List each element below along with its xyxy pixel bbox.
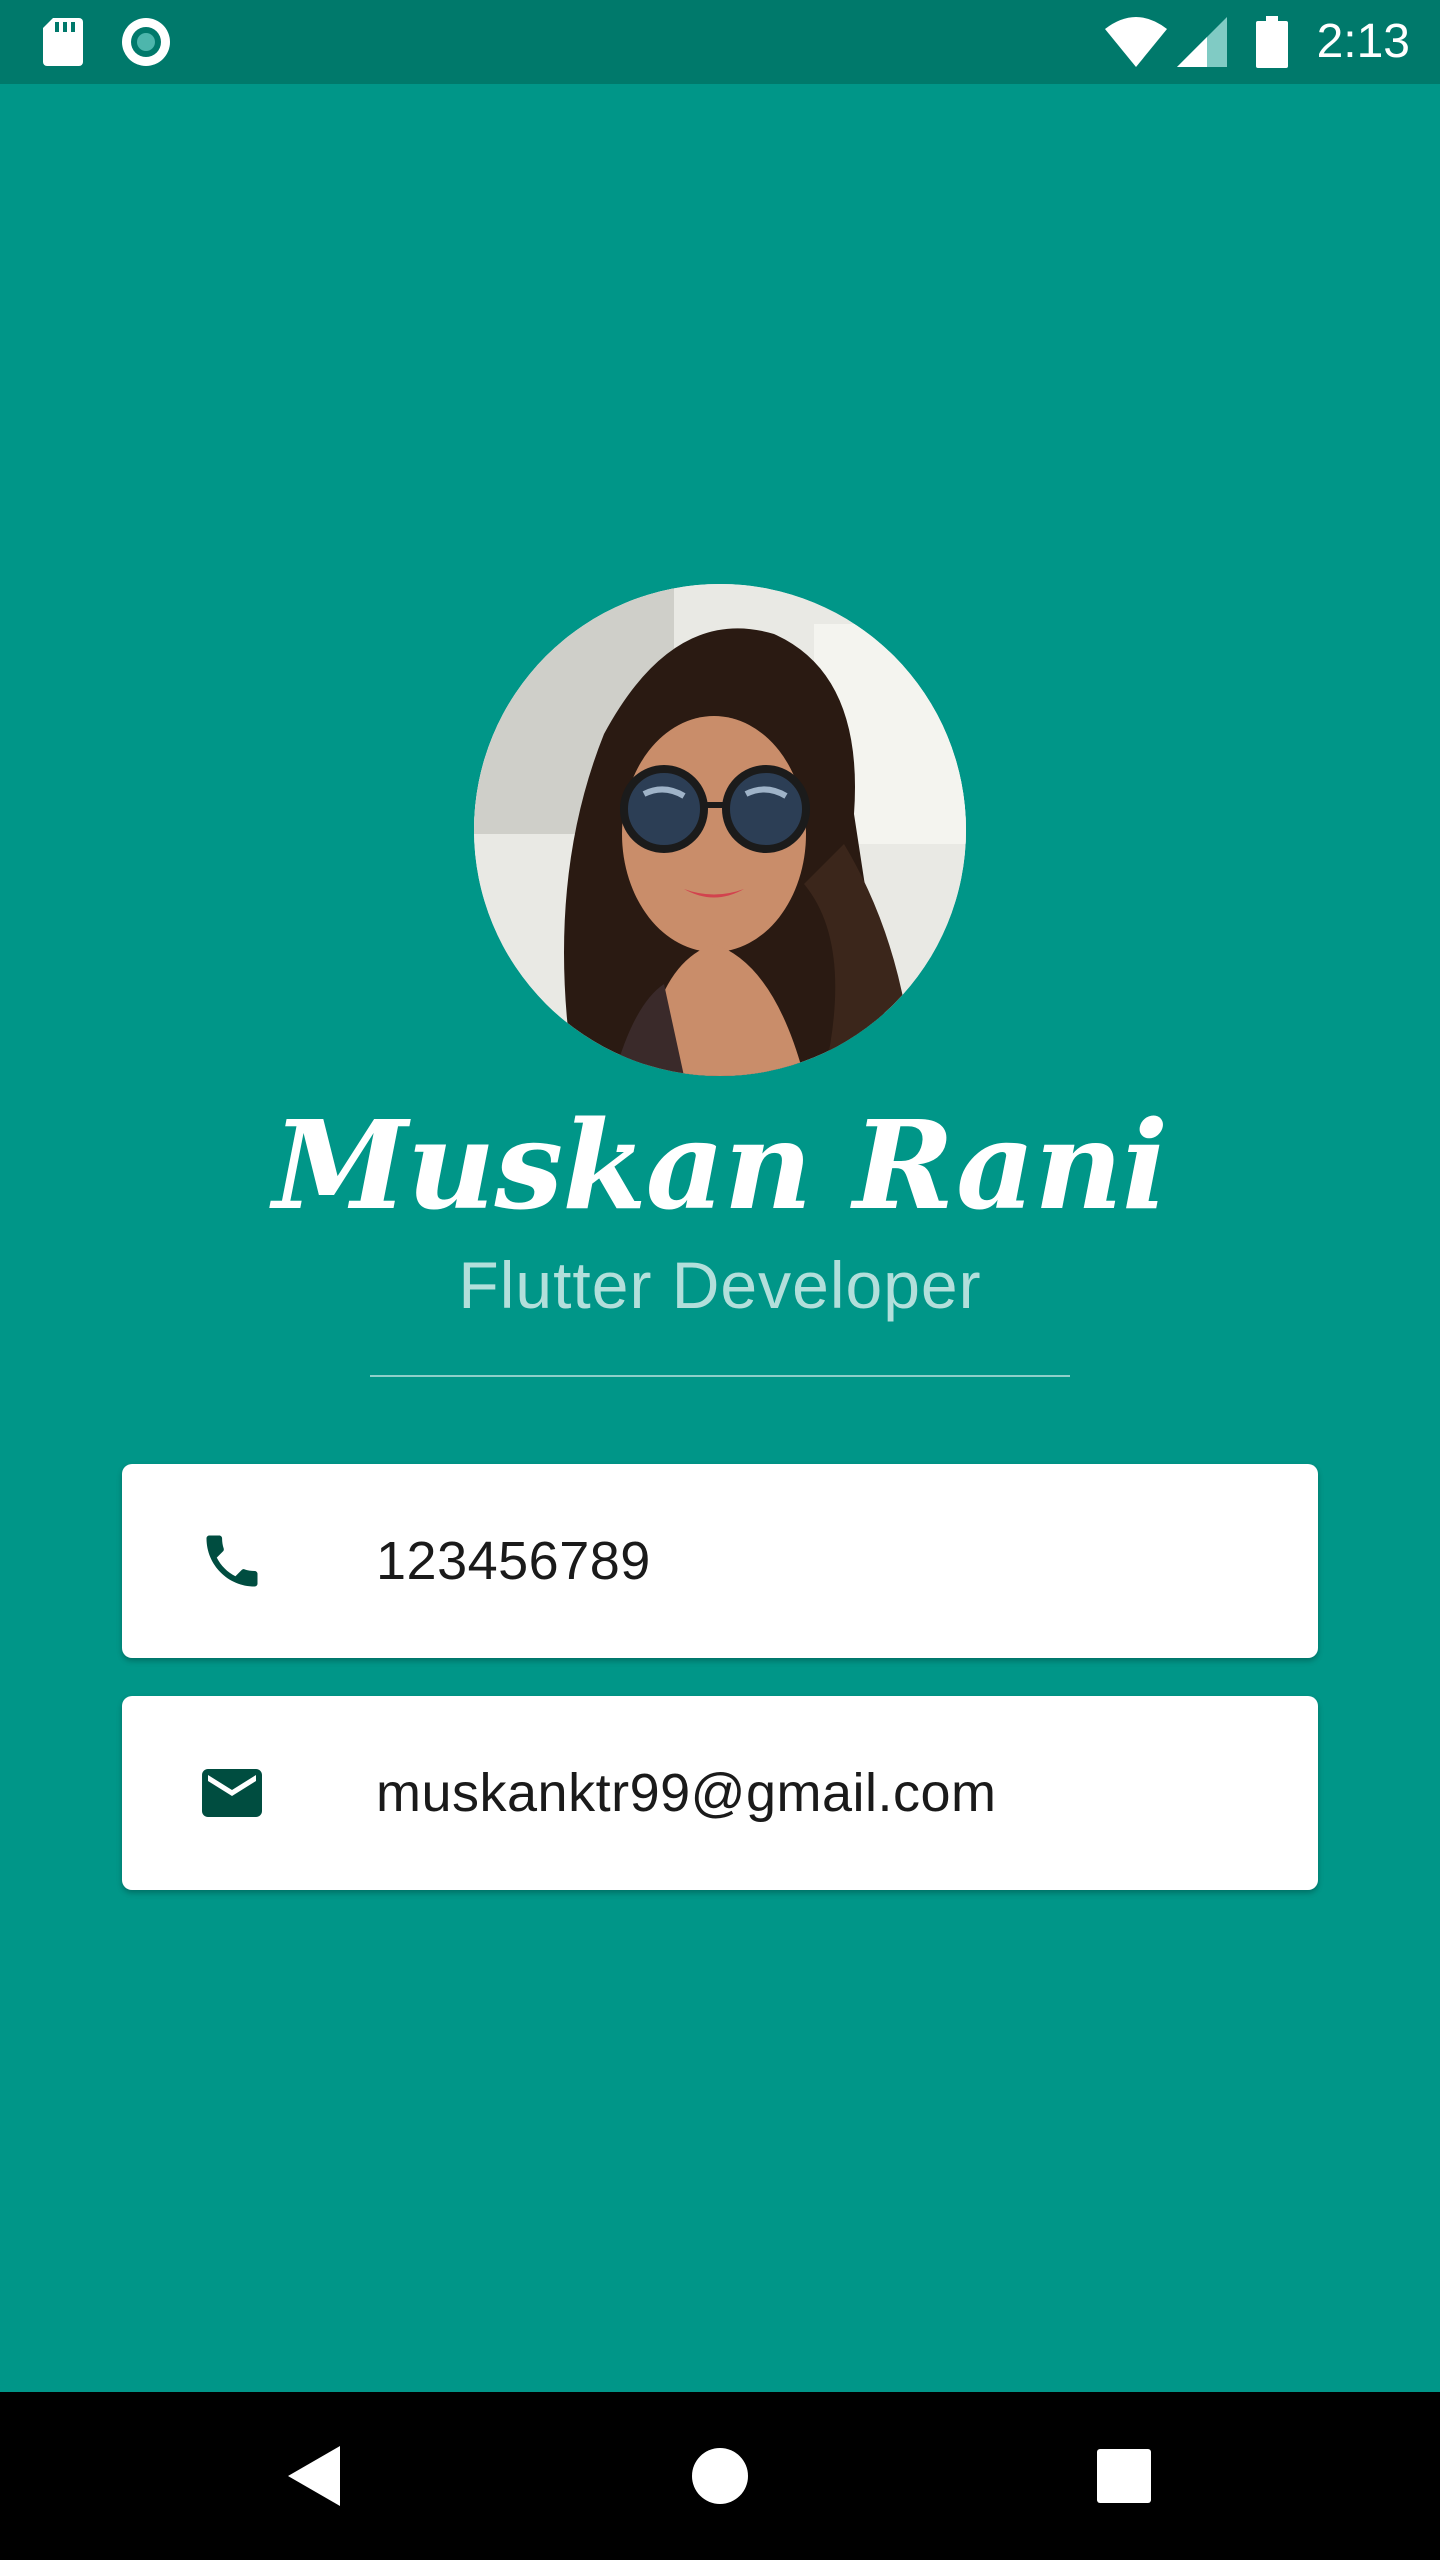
email-card[interactable]: muskanktr99@gmail.com	[122, 1696, 1318, 1890]
cell-signal-icon	[1176, 0, 1228, 84]
phone-icon	[184, 1464, 280, 1658]
profile-name: Muskan Rani	[272, 1093, 1168, 1237]
status-time: 2:13	[1316, 15, 1410, 68]
app-screen: 2:13 Muskan Rani Flutter Developer 12345…	[0, 0, 1440, 2560]
status-bar: 2:13	[0, 0, 1440, 84]
recents-icon[interactable]	[1040, 2392, 1208, 2560]
sd-card-icon	[40, 0, 86, 84]
home-icon[interactable]	[636, 2392, 804, 2560]
avatar	[474, 584, 966, 1076]
phone-card[interactable]: 123456789	[122, 1464, 1318, 1658]
wifi-icon	[1104, 0, 1168, 84]
divider	[370, 1375, 1070, 1377]
back-icon[interactable]	[232, 2392, 400, 2560]
battery-icon	[1254, 0, 1290, 84]
sync-circle-icon	[118, 0, 174, 84]
email-address: muskanktr99@gmail.com	[376, 1763, 997, 1823]
email-icon	[184, 1696, 280, 1890]
phone-number: 123456789	[376, 1531, 651, 1591]
profile-title: Flutter Developer	[458, 1248, 982, 1322]
profile-photo	[474, 584, 966, 1076]
navigation-bar	[0, 2392, 1440, 2560]
